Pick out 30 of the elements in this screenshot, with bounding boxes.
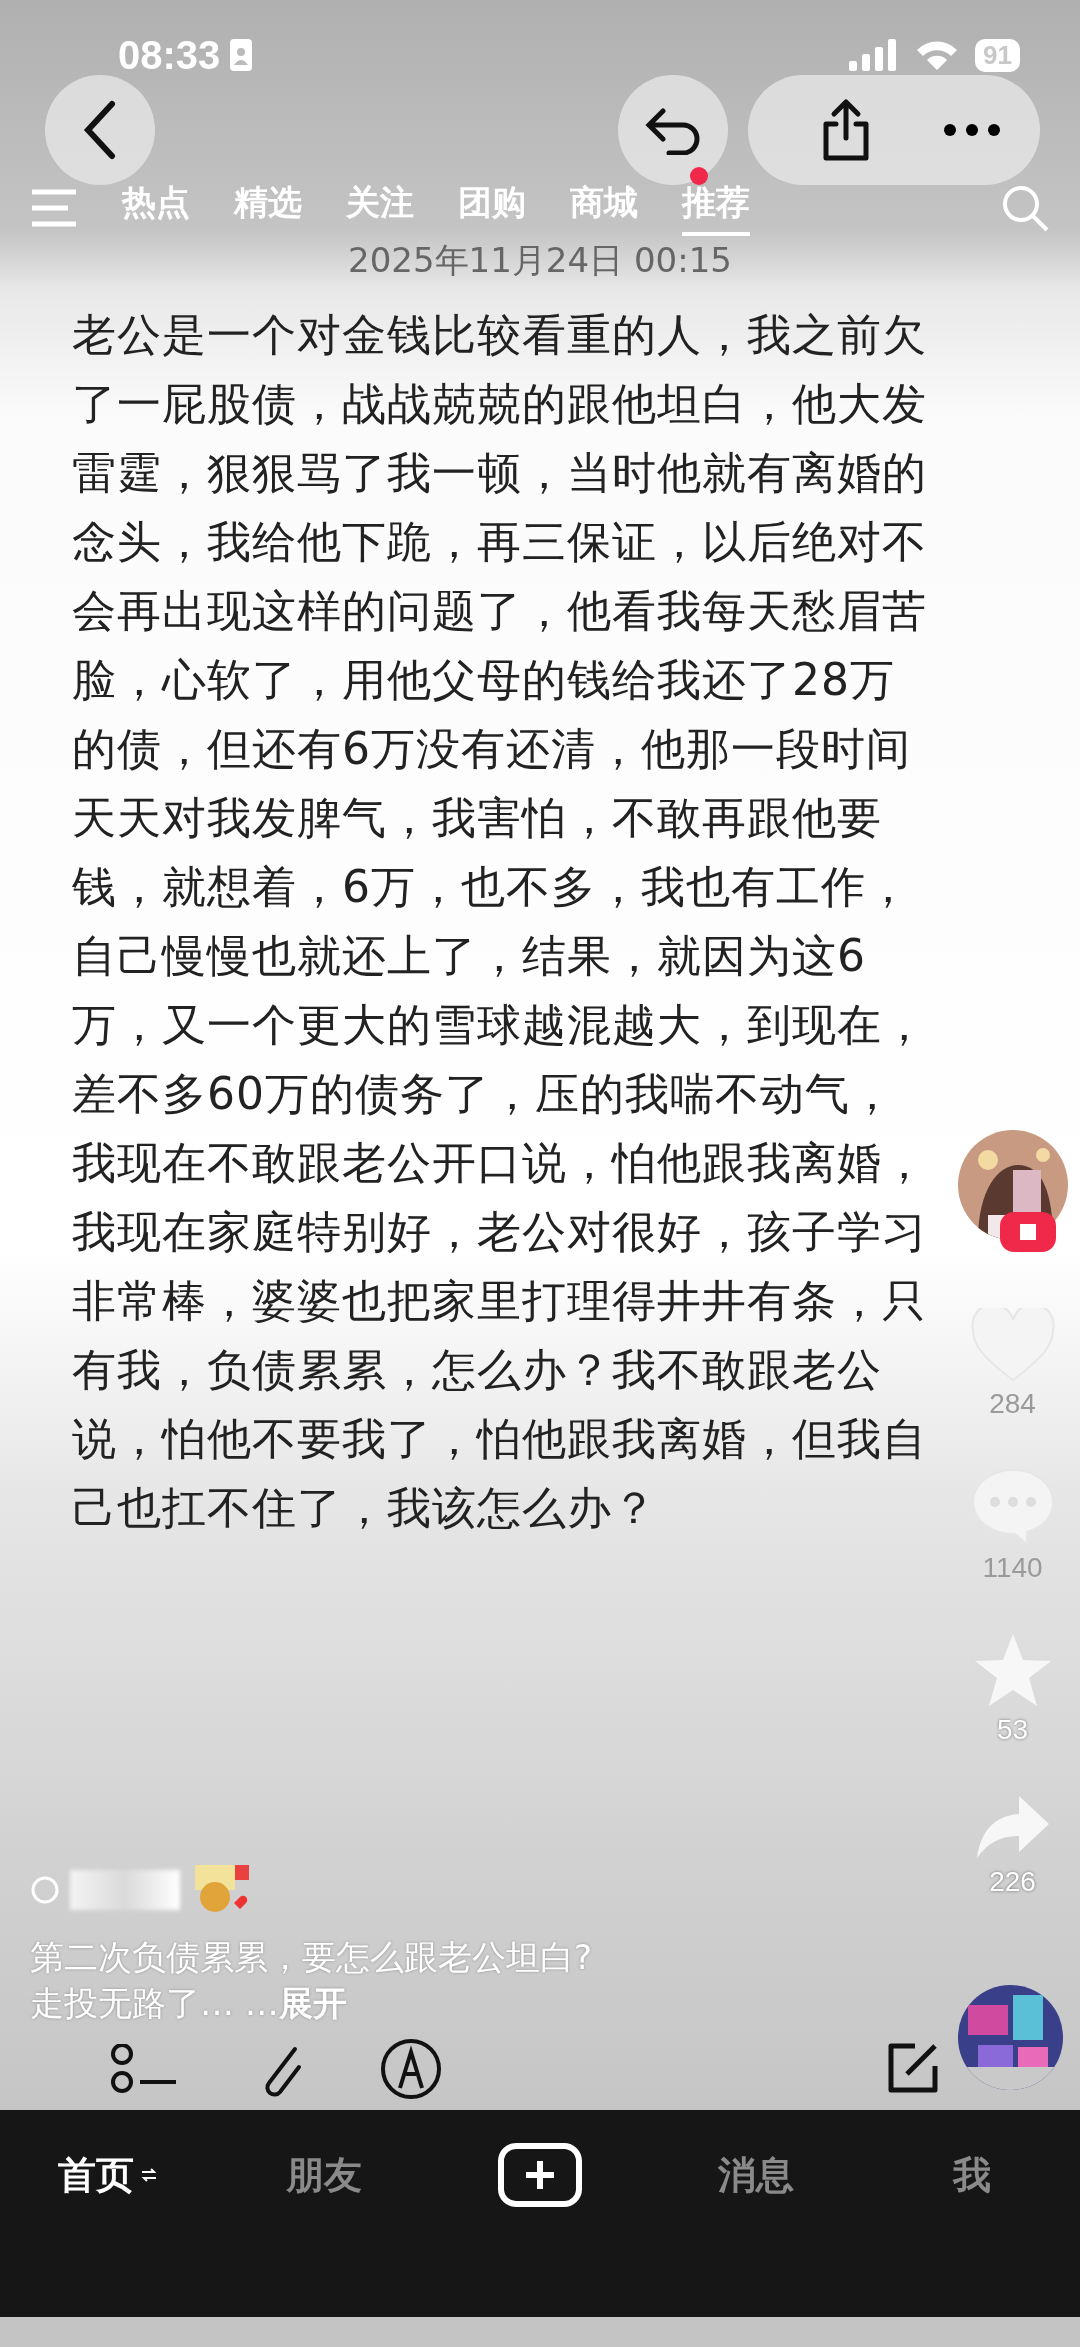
share-button[interactable]: 226 [974, 1794, 1051, 1898]
pen-icon[interactable] [380, 2038, 442, 2100]
swap-icon [140, 2166, 158, 2184]
count-label: 1140 [982, 1552, 1043, 1584]
feed-tab[interactable]: 关注 [346, 180, 414, 236]
post-text: 老公是一个对金钱比较看重的人，我之前欠了一屁股债，战战兢兢的跟他坦白，他大发雷霆，狠狠骂了我一顿，当时他就有离婚的念头，我给他下跪，再三保证，以后绝对不会再出现这样的问题了，他看我每天愁眉苦脸，心软了，用他父母的钱给我还了28万的债，但还有6万没有还清，他那一段时间天天对我发脾气，我害怕，不敢再跟他要钱，就想着，6万，也不多，我也有工作，自己慢慢也就还上了，结果，就因为这6万，又一个更大的雪球越混越大，到现在，差不多60万的债务了，压的我喘不动气，我现在不敢跟老公开口说，怕他跟我离婚，我现在家庭特别好，老公对很好，孩子学习非常棒，婆婆也把家里打理得井井有条，只有我，负债累累，怎么办？我不敢跟老公说，怕他不要我了，怕他跟我离婚，但我自己也扛不住了，我该怎么办？ [72, 308, 928, 1535]
comment-button[interactable]: 1140 [970, 1468, 1055, 1584]
notification-dot [690, 167, 708, 185]
more-icon [944, 124, 1000, 136]
count-label: 284 [989, 1388, 1036, 1420]
like-button[interactable]: 284 [970, 1308, 1055, 1420]
follow-button[interactable] [999, 1212, 1056, 1252]
share-arrow-icon [974, 1794, 1051, 1860]
feed-tab[interactable]: 团购 [458, 180, 526, 236]
nav-tab[interactable]: 我 [953, 2149, 991, 2201]
id-card-icon [230, 39, 253, 71]
at-icon [30, 1875, 60, 1905]
nav-tab[interactable]: 消息 [718, 2149, 794, 2201]
count-label: 226 [989, 1866, 1036, 1898]
feed-tab[interactable]: 商城 [570, 180, 638, 236]
post-date: 2025年11月24日 00:15 [348, 240, 732, 280]
more-button[interactable] [944, 124, 1000, 136]
feed-tab[interactable]: 热点 [122, 180, 190, 236]
plus-icon [523, 2158, 557, 2192]
feed-tab[interactable]: 精选 [234, 180, 302, 236]
nav-tab[interactable]: 朋友 [286, 2149, 362, 2201]
nav-tab[interactable]: 首页 [58, 2149, 158, 2201]
create-button[interactable] [498, 2143, 582, 2207]
status-time: 08:33 [118, 32, 221, 78]
wifi-icon [915, 39, 960, 71]
